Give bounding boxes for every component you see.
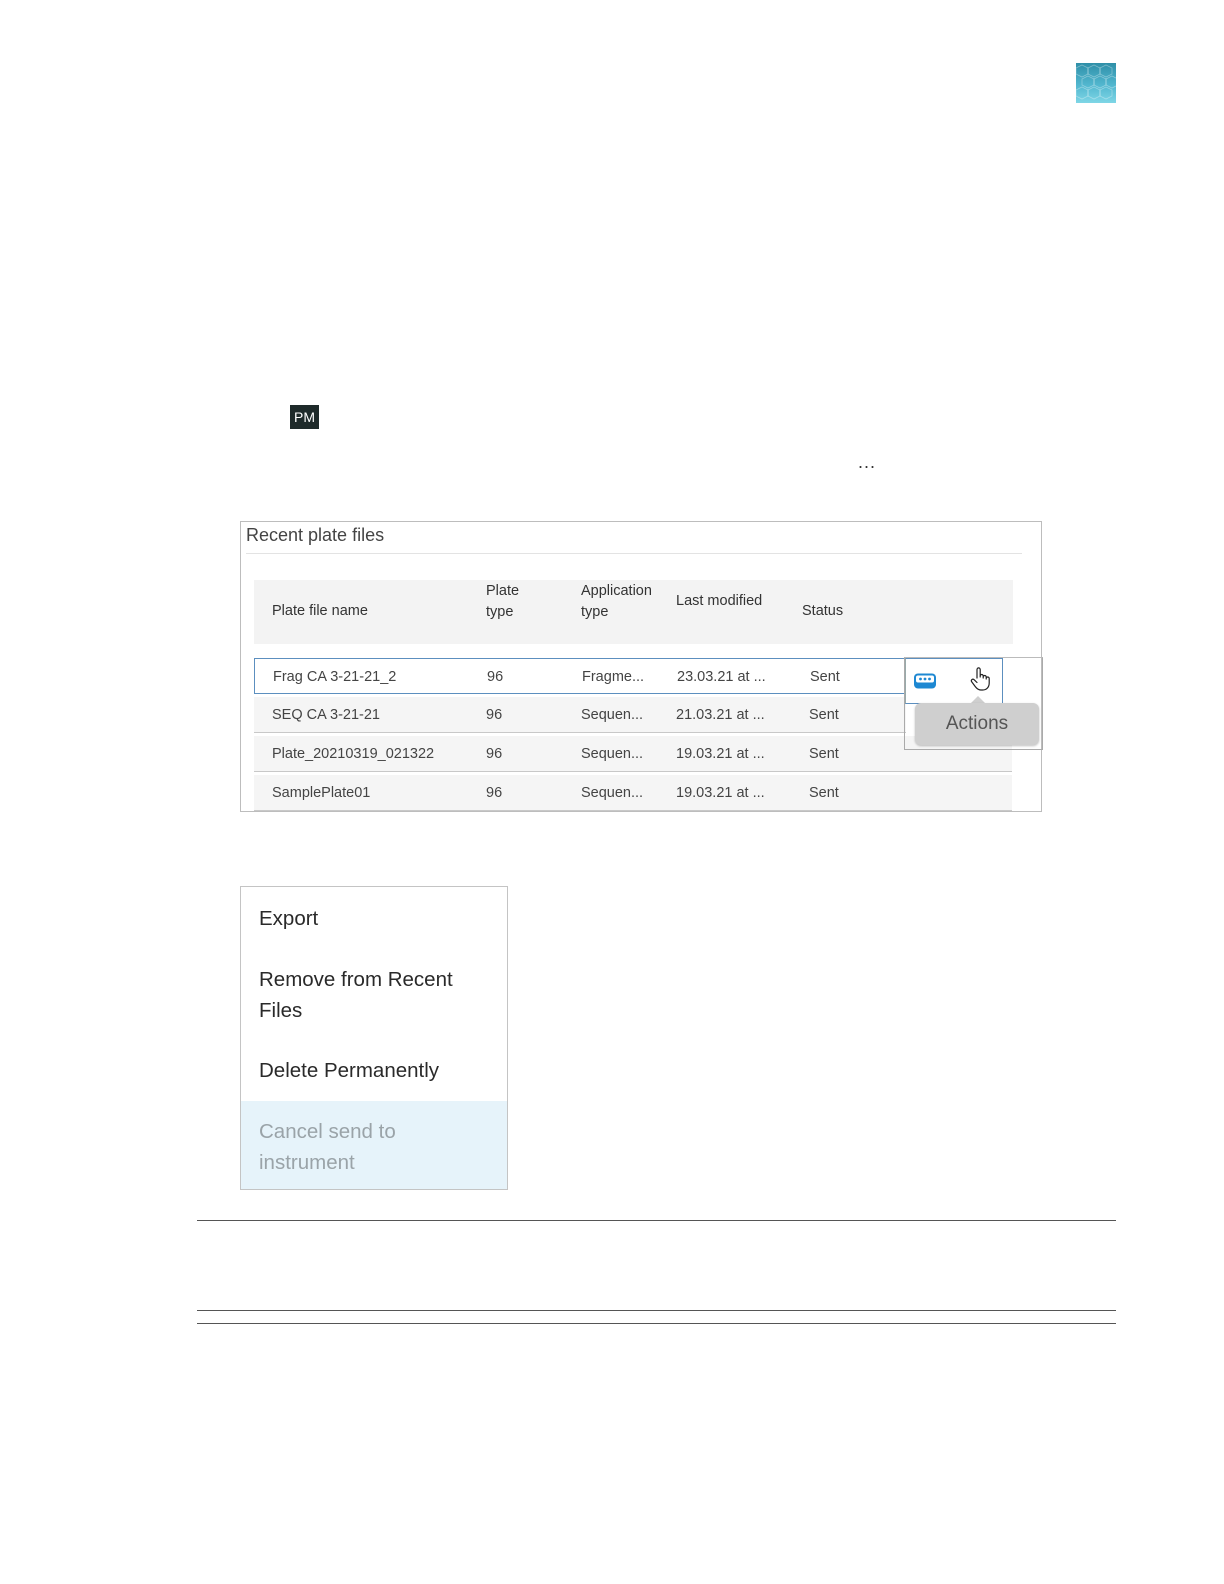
cell-plate-type: 96 [487, 669, 504, 685]
menu-item-remove-from-recent[interactable]: Remove from Recent Files [241, 964, 507, 1026]
cell-name: SEQ CA 3-21-21 [272, 707, 380, 723]
menu-item-cancel-line1: Cancel send to [259, 1120, 396, 1143]
col-header-app-type-line2[interactable]: type [581, 602, 608, 623]
table-row[interactable]: Plate_20210319_021322 96 Sequen... 19.03… [254, 736, 1012, 772]
menu-item-delete-permanently[interactable]: Delete Permanently [241, 1055, 507, 1086]
brand-logo [1076, 63, 1116, 103]
pm-icon: PM [290, 405, 319, 429]
panel-divider [246, 553, 1022, 554]
table-header: Plate file name Plate type Application t… [254, 580, 1013, 644]
panel-title: Recent plate files [246, 525, 385, 545]
tooltip-arrow [971, 696, 985, 703]
col-header-plate-type-line2[interactable]: type [486, 602, 513, 623]
cell-status: Sent [809, 746, 839, 762]
cell-last-modified: 19.03.21 at ... [676, 746, 765, 762]
cell-plate-type: 96 [486, 746, 503, 762]
table-row[interactable]: Frag CA 3-21-21_2 96 Fragme... 23.03.21 … [254, 658, 906, 694]
cell-name: Plate_20210319_021322 [272, 746, 435, 762]
menu-item-remove-line1: Remove from Recent [259, 968, 453, 991]
menu-item-cancel-line2: instrument [259, 1151, 355, 1174]
col-header-app-type-line1[interactable]: Application [581, 581, 652, 602]
cell-name: Frag CA 3-21-21_2 [273, 669, 397, 685]
cell-last-modified: 19.03.21 at ... [676, 785, 765, 801]
recent-plate-files-panel: Recent plate files Plate file name Plate… [240, 521, 1043, 812]
cell-app-type: Sequen... [581, 746, 644, 762]
menu-item-cancel-send: Cancel send to instrument [241, 1101, 507, 1189]
actions-dropdown-menu: Export Remove from Recent Files Delete P… [240, 886, 508, 1190]
cell-last-modified: 23.03.21 at ... [677, 669, 766, 685]
cell-name: SamplePlate01 [272, 785, 371, 801]
cell-last-modified: 21.03.21 at ... [676, 707, 765, 723]
more-actions-icon: ... [858, 452, 877, 472]
col-header-plate-type-line1[interactable]: Plate [486, 581, 519, 602]
cell-app-type: Sequen... [581, 785, 644, 801]
actions-menu-icon[interactable] [913, 672, 937, 690]
table-row[interactable]: SamplePlate01 96 Sequen... 19.03.21 at .… [254, 775, 1012, 811]
divider-line [197, 1220, 1116, 1221]
cell-status: Sent [809, 707, 839, 723]
cell-status: Sent [809, 785, 839, 801]
cell-app-type: Sequen... [581, 707, 644, 723]
cell-status: Sent [810, 669, 840, 685]
cell-app-type: Fragme... [582, 669, 645, 685]
col-header-name[interactable]: Plate file name [272, 601, 368, 622]
actions-tooltip: Actions [915, 703, 1039, 745]
hand-pointer-icon [970, 667, 990, 691]
hexagon-pattern-icon [1076, 64, 1116, 100]
divider-line [197, 1323, 1116, 1324]
menu-item-export[interactable]: Export [241, 903, 507, 934]
col-header-status[interactable]: Status [802, 601, 843, 622]
cell-plate-type: 96 [486, 785, 503, 801]
table-row[interactable]: SEQ CA 3-21-21 96 Sequen... 21.03.21 at … [254, 697, 906, 733]
cell-plate-type: 96 [486, 707, 503, 723]
col-header-last-modified[interactable]: Last modified [676, 591, 762, 612]
divider-line [197, 1310, 1116, 1311]
menu-item-remove-line2: Files [259, 999, 303, 1022]
